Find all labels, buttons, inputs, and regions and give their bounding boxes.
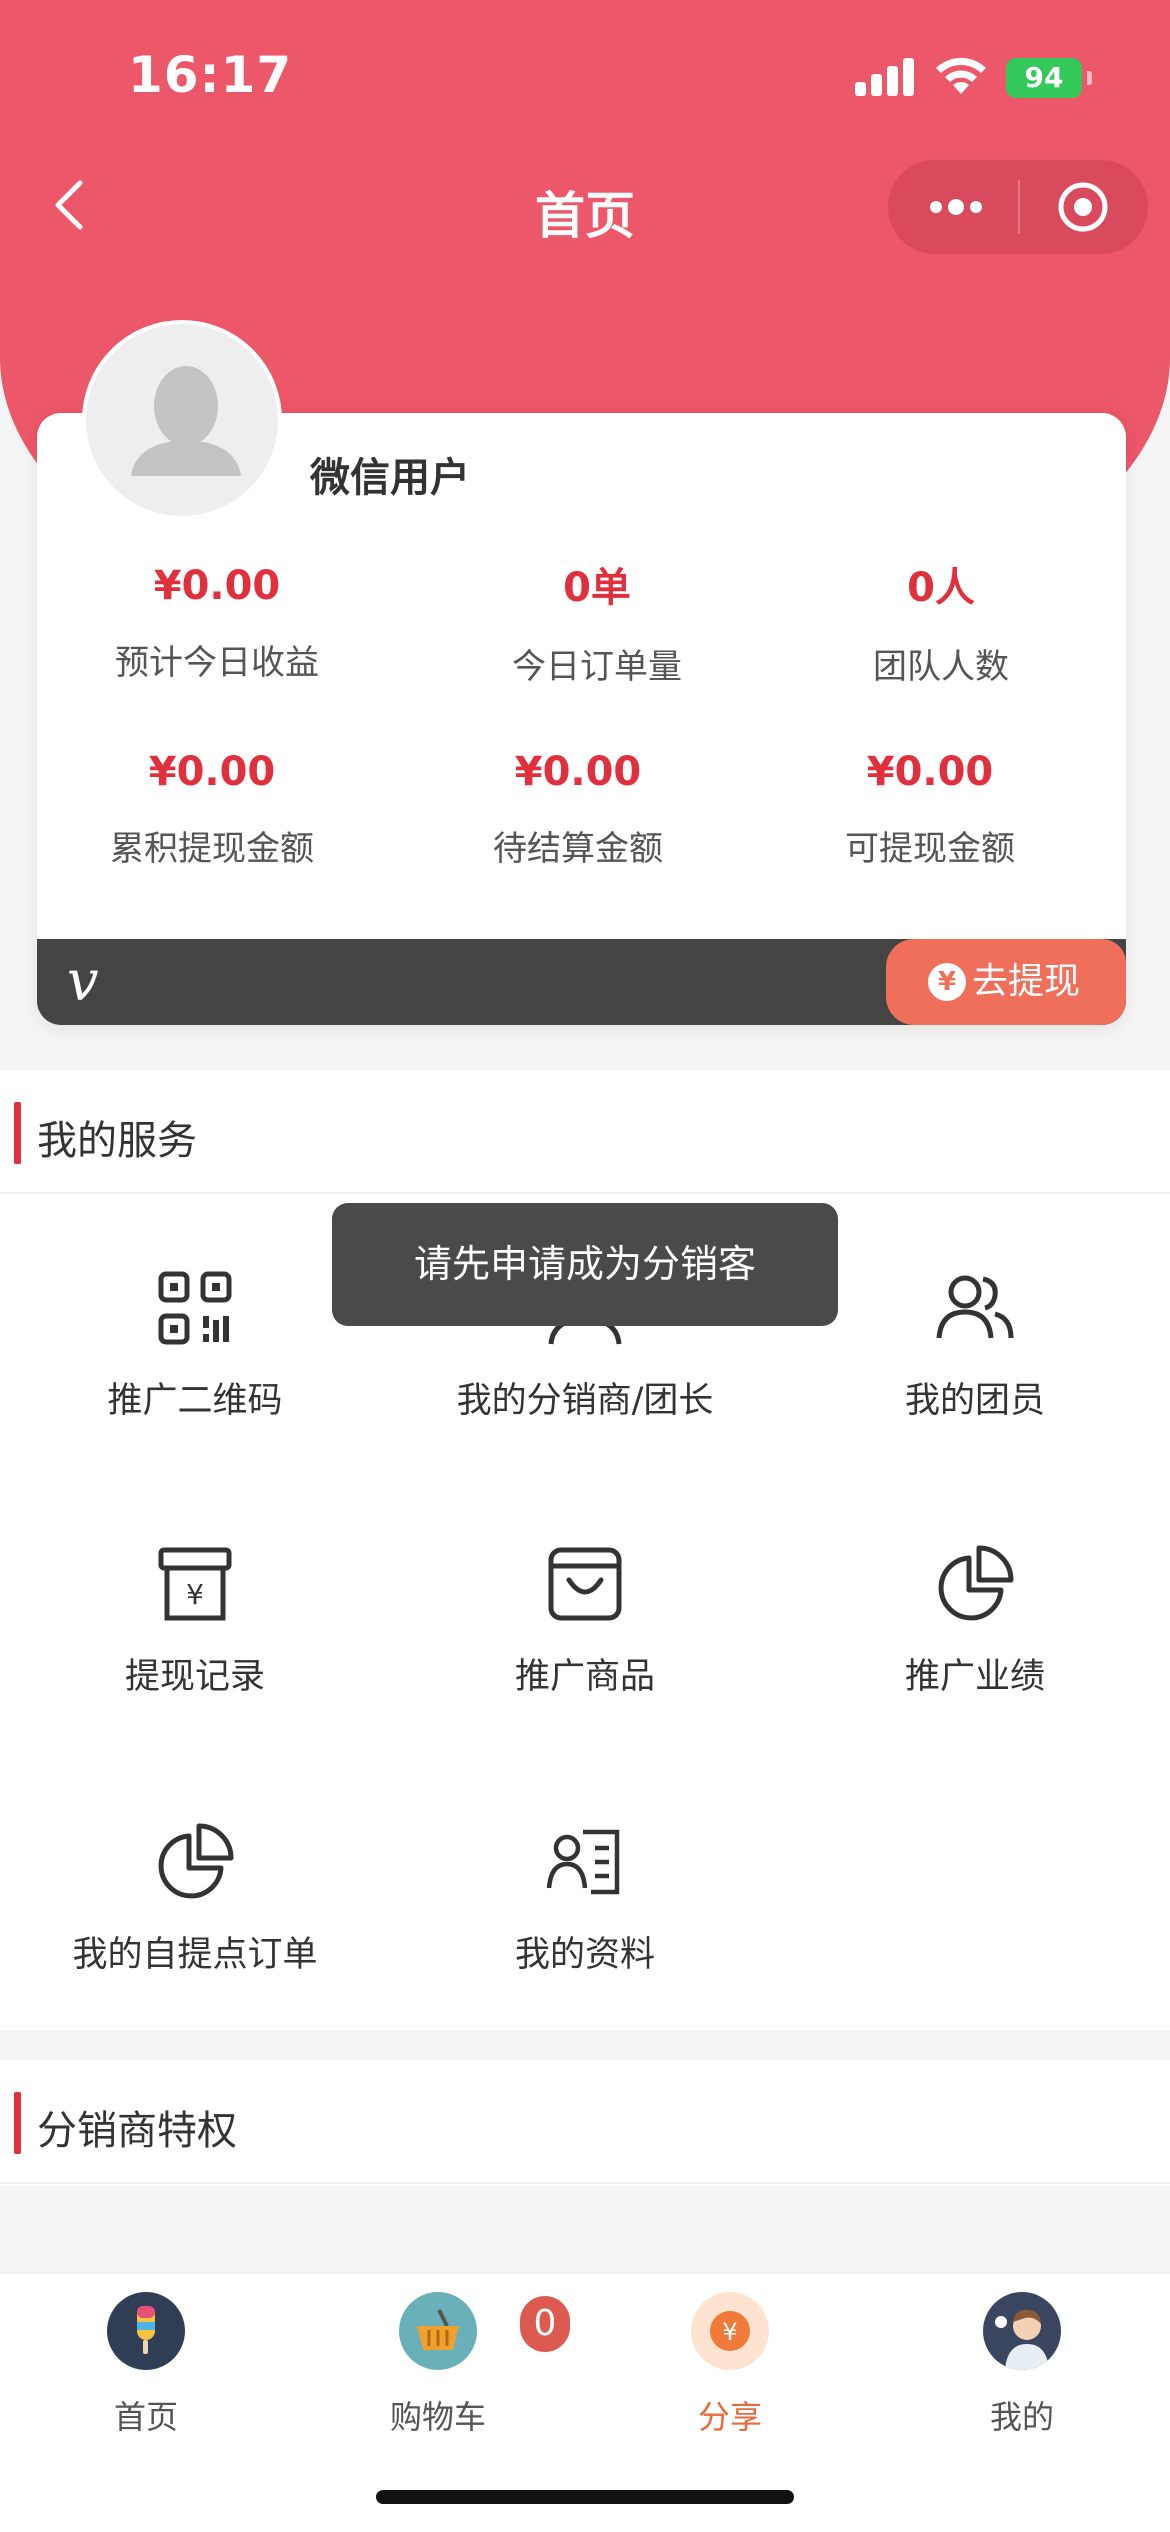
share-coin-icon: ¥ — [691, 2292, 769, 2370]
svg-text:¥: ¥ — [722, 2318, 737, 2346]
stat-value: ¥0.00 — [514, 749, 642, 795]
stat-label: 今日订单量 — [512, 647, 682, 687]
service-item-members[interactable]: 我的团员 — [780, 1268, 1170, 1423]
stat-value: ¥0.00 — [153, 563, 281, 609]
section-header: 分销商特权 — [0, 2060, 1170, 2184]
service-item-withdraw-record[interactable]: ¥ 提现记录 — [0, 1544, 390, 1699]
default-user-icon — [131, 366, 241, 476]
battery-icon: 94 — [1006, 58, 1092, 98]
service-item-pickup-orders[interactable]: 我的自提点订单 — [0, 1822, 390, 1977]
service-item-performance[interactable]: 推广业绩 — [780, 1544, 1170, 1699]
members-icon — [936, 1275, 1014, 1339]
qrcode-icon — [158, 1271, 232, 1345]
service-label: 推广业绩 — [904, 1657, 1045, 1697]
pie-chart-icon — [938, 1545, 1014, 1621]
stat-value: ¥0.00 — [148, 749, 276, 795]
service-label: 我的自提点订单 — [72, 1935, 318, 1975]
service-label: 提现记录 — [124, 1657, 265, 1697]
privileges-section: 分销商特权 — [0, 2060, 1170, 2186]
tab-home[interactable]: 首页 — [46, 2292, 246, 2438]
service-item-promote-goods[interactable]: 推广商品 — [390, 1544, 780, 1699]
username: 微信用户 — [310, 455, 470, 501]
stat-label: 待结算金额 — [493, 829, 663, 869]
home-indicator — [376, 2490, 794, 2504]
battery-level: 94 — [1006, 58, 1082, 98]
vip-bar: v ¥ 去提现 — [37, 939, 1126, 1025]
profile-card-icon — [546, 1829, 620, 1895]
service-label: 我的分销商/团长 — [456, 1381, 714, 1421]
stat-value: 0人 — [907, 565, 975, 611]
stat-item: ¥0.00 待结算金额 — [398, 749, 758, 870]
shopping-bag-icon — [548, 1547, 622, 1621]
yen-coin-icon: ¥ — [928, 963, 966, 1001]
service-item-my-profile[interactable]: 我的资料 — [390, 1822, 780, 1977]
tab-label: 首页 — [113, 2398, 178, 2436]
status-bar: 16:17 94 — [0, 0, 1170, 150]
vip-logo: v — [67, 949, 99, 1014]
withdraw-button[interactable]: ¥ 去提现 — [886, 939, 1126, 1025]
service-label: 我的团员 — [904, 1381, 1045, 1421]
cellular-signal-icon — [855, 58, 915, 96]
avatar[interactable] — [82, 320, 282, 520]
user-avatar-icon — [983, 2292, 1061, 2370]
stat-label: 累积提现金额 — [110, 829, 314, 869]
tab-mine[interactable]: 我的 — [922, 2292, 1122, 2438]
stat-label: 可提现金额 — [845, 829, 1015, 869]
svg-text:¥: ¥ — [186, 1578, 204, 1611]
wifi-icon — [936, 57, 986, 94]
close-target-icon[interactable] — [1056, 180, 1110, 234]
cart-count-badge: 0 — [520, 2296, 570, 2352]
more-dots-icon[interactable] — [926, 188, 986, 226]
stat-item: ¥0.00 预计今日收益 — [37, 563, 397, 684]
stat-item: ¥0.00 累积提现金额 — [37, 749, 392, 870]
tab-label: 我的 — [989, 2398, 1054, 2436]
service-label: 推广商品 — [514, 1657, 655, 1697]
tab-label: 购物车 — [389, 2398, 486, 2436]
status-time: 16:17 — [128, 46, 293, 104]
section-title: 分销商特权 — [37, 2108, 237, 2154]
toast-message: 请先申请成为分销客 — [332, 1203, 838, 1326]
stat-label: 团队人数 — [873, 647, 1009, 687]
stat-item: 0人 团队人数 — [761, 555, 1121, 688]
section-header: 我的服务 — [0, 1070, 1170, 1194]
stat-value: 0单 — [563, 565, 631, 611]
withdraw-label: 去提现 — [972, 961, 1081, 1002]
tab-cart[interactable]: 购物车 — [338, 2292, 538, 2438]
service-label: 我的资料 — [514, 1935, 655, 1975]
section-title: 我的服务 — [37, 1118, 197, 1164]
stat-item: 0单 今日订单量 — [417, 555, 777, 688]
stat-item: ¥0.00 可提现金额 — [750, 749, 1110, 870]
stat-label: 预计今日收益 — [115, 643, 319, 683]
miniprogram-capsule — [888, 160, 1148, 254]
stat-value: ¥0.00 — [866, 749, 994, 795]
pie-chart-icon — [158, 1823, 234, 1899]
service-label: 推广二维码 — [107, 1381, 283, 1421]
cart-basket-icon — [399, 2292, 477, 2370]
home-popsicle-icon — [107, 2292, 185, 2370]
tab-share[interactable]: ¥ 分享 — [630, 2292, 830, 2438]
withdraw-record-icon: ¥ — [158, 1547, 232, 1621]
tab-label: 分享 — [697, 2398, 762, 2436]
